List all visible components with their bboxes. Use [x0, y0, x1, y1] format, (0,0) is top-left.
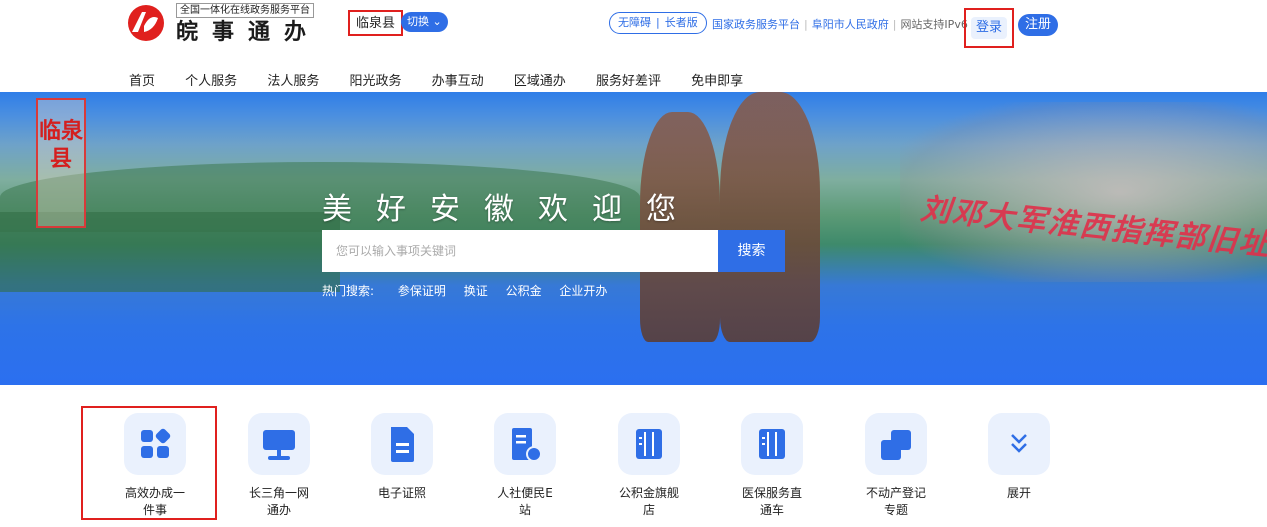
service-label: 展开 — [1006, 486, 1031, 500]
service-label: 人社便民E 站 — [497, 486, 553, 517]
service-label: 公积金旗舰店 — [618, 486, 679, 517]
chevron-down-icon: ⌄ — [432, 15, 442, 28]
elder-mode-link[interactable]: 长者版 — [665, 16, 698, 29]
hot-search-label: 热门搜索: — [322, 284, 375, 298]
id-card-icon — [494, 413, 556, 475]
login-button[interactable]: 登录 — [971, 17, 1007, 39]
columns-icon — [618, 413, 680, 475]
document-icon — [371, 413, 433, 475]
nav-item-interaction[interactable]: 办事互动 — [432, 74, 484, 89]
chevron-double-down-icon — [988, 413, 1050, 475]
hot-search-item[interactable]: 公积金 — [506, 284, 542, 298]
brand-title: 皖事通办 — [176, 20, 321, 45]
region-label: 临泉县 — [348, 10, 404, 36]
service-real-estate[interactable]: 不动产登记 专题 — [851, 413, 941, 519]
hot-search-item[interactable]: 换证 — [464, 284, 488, 298]
service-e-license[interactable]: 电子证照 — [357, 413, 447, 502]
fuyang-gov-link[interactable]: 阜阳市人民政府 — [812, 18, 889, 31]
county-stamp: 临泉县 — [36, 98, 86, 228]
search-button[interactable]: 搜索 — [718, 230, 785, 272]
platform-subtitle: 全国一体化在线政务服务平台 — [176, 3, 314, 18]
logo-icon[interactable] — [124, 4, 168, 42]
service-yangtze-delta[interactable]: 长三角一网 通办 — [234, 413, 324, 519]
accessibility-link[interactable]: 无障碍 — [618, 16, 651, 29]
switch-label: 切换 — [407, 15, 429, 28]
accessibility-group: 无障碍 | 长者版 — [609, 12, 707, 34]
expand-services-button[interactable]: 展开 — [974, 413, 1064, 502]
top-bar: 全国一体化在线政务服务平台 皖事通办 临泉县 切换 ⌄ 无障碍 | 长者版 国家政务… — [0, 0, 1267, 92]
service-label: 长三角一网 通办 — [248, 486, 309, 517]
hot-search-item[interactable]: 参保证明 — [398, 284, 446, 298]
hero-banner: 刘邓大军淮西指挥部旧址 临泉县 美好安徽欢迎您 您可以输入事项关键词 搜索 热门… — [0, 92, 1267, 385]
nav-item-regional[interactable]: 区域通办 — [514, 74, 566, 89]
nav-item-open-gov[interactable]: 阳光政务 — [349, 74, 401, 89]
nav-item-home[interactable]: 首页 — [129, 74, 155, 89]
service-label: 电子证照 — [377, 486, 426, 500]
welcome-slogan: 美好安徽欢迎您 — [322, 192, 700, 227]
service-label: 不动产登记 专题 — [865, 486, 926, 517]
service-label: 医保服务直 通车 — [741, 486, 802, 517]
service-social-security[interactable]: 人社便民E 站 — [480, 413, 570, 519]
hot-search-item[interactable]: 企业开办 — [559, 284, 607, 298]
nav-item-exempt-apply[interactable]: 免申即享 — [691, 74, 743, 89]
hot-searches: 热门搜索: 参保证明 换证 公积金 企业开办 — [322, 282, 621, 299]
statue-right — [720, 92, 820, 342]
switch-region-button[interactable]: 切换 ⌄ — [401, 12, 448, 32]
login-highlight: 登录 — [964, 8, 1014, 48]
nav-item-evaluation[interactable]: 服务好差评 — [596, 74, 661, 89]
nav-item-corporate[interactable]: 法人服务 — [267, 74, 319, 89]
service-medical-insurance[interactable]: 医保服务直 通车 — [727, 413, 817, 519]
columns-icon — [741, 413, 803, 475]
service-housing-fund[interactable]: 公积金旗舰店 — [604, 413, 694, 519]
register-button[interactable]: 注册 — [1018, 14, 1058, 36]
monitor-icon — [248, 413, 310, 475]
search-input[interactable]: 您可以输入事项关键词 — [322, 230, 718, 272]
overlap-squares-icon — [865, 413, 927, 475]
nav-item-personal[interactable]: 个人服务 — [185, 74, 237, 89]
top-links: 国家政务服务平台 | 阜阳市人民政府 | 网站支持IPv6 — [712, 18, 968, 31]
gov-platform-link[interactable]: 国家政务服务平台 — [712, 18, 800, 31]
highlight-box — [81, 406, 217, 520]
ipv6-note: 网站支持IPv6 — [900, 18, 968, 31]
main-nav: 首页 个人服务 法人服务 阳光政务 办事互动 区域通办 服务好差评 免申即享 — [129, 70, 769, 89]
